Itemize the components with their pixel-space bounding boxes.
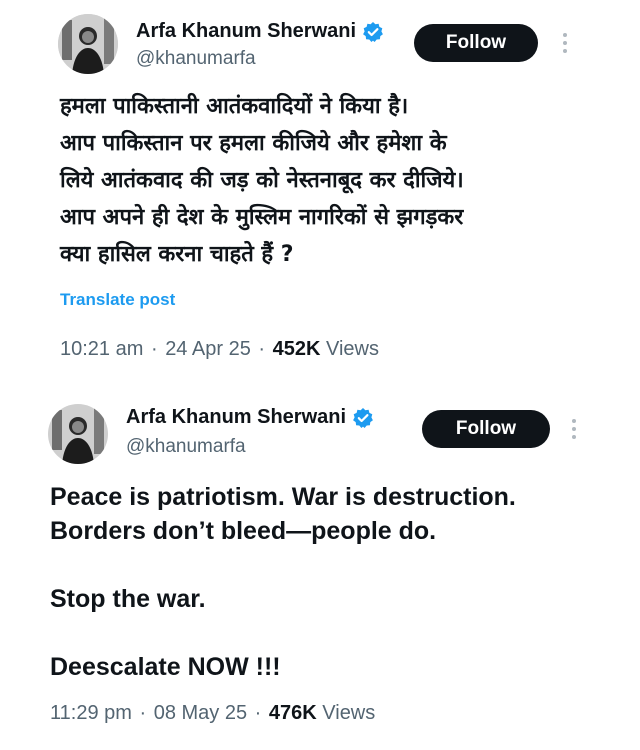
tweet-text-line: Stop the war.: [50, 585, 206, 613]
tweet-text-line: Deescalate NOW !!!: [50, 653, 281, 681]
tweet-text-line: आप अपने ही देश के मुस्लिम नागरिकों से झग…: [60, 205, 464, 230]
tweet-meta: 10:21 am · 24 Apr 25 · 452K Views: [60, 338, 379, 361]
tweet-text: Peace is patriotism. War is destruction.…: [50, 480, 620, 684]
tweet-date[interactable]: 08 May 25: [154, 702, 247, 724]
author-name-row: Arfa Khanum Sherwani: [126, 406, 374, 429]
display-name[interactable]: Arfa Khanum Sherwani: [136, 20, 356, 43]
tweet-text-line: लिये आतंकवाद की जड़ को नेस्तनाबूद कर दीज…: [60, 168, 464, 193]
tweet-date[interactable]: 24 Apr 25: [165, 338, 251, 360]
avatar[interactable]: [48, 404, 108, 464]
tweet-time[interactable]: 10:21 am: [60, 338, 143, 360]
separator: ·: [254, 702, 262, 724]
tweet-text-line: Peace is patriotism. War is destruction.: [50, 483, 516, 511]
verified-badge-icon[interactable]: [362, 21, 384, 43]
tweet-card: Arfa Khanum Sherwani @khanumarfa Follow …: [0, 380, 640, 750]
separator: ·: [258, 338, 266, 360]
user-handle[interactable]: @khanumarfa: [136, 48, 256, 70]
views-count: 452K: [272, 338, 321, 360]
verified-badge-icon[interactable]: [352, 407, 374, 429]
tweet-text-line: आप पाकिस्तान पर हमला कीजिये और हमेशा के: [60, 131, 447, 156]
views-count: 476K: [268, 702, 317, 724]
views-label: Views: [325, 338, 379, 360]
tweet-text-line: Borders don’t bleed—people do.: [50, 517, 437, 545]
display-name[interactable]: Arfa Khanum Sherwani: [126, 406, 346, 429]
tweet-text-line: क्या हासिल करना चाहते हैं ?: [60, 242, 294, 267]
views-label: Views: [322, 702, 376, 724]
user-handle[interactable]: @khanumarfa: [126, 436, 246, 458]
tweet-time[interactable]: 11:29 pm: [50, 702, 132, 724]
tweet-meta: 11:29 pm · 08 May 25 · 476K Views: [50, 702, 375, 725]
follow-button[interactable]: Follow: [414, 24, 538, 62]
translate-post-link[interactable]: Translate post: [60, 290, 175, 310]
follow-button[interactable]: Follow: [422, 410, 550, 448]
separator: ·: [150, 338, 158, 360]
tweet-text-line: हमला पाकिस्तानी आतंकवादियों ने किया है।: [60, 94, 409, 119]
more-vertical-icon[interactable]: [562, 32, 568, 54]
tweet-text: हमला पाकिस्तानी आतंकवादियों ने किया है। …: [60, 88, 620, 273]
avatar[interactable]: [58, 14, 118, 74]
separator: ·: [139, 702, 147, 724]
tweet-card: Arfa Khanum Sherwani @khanumarfa Follow …: [0, 0, 640, 380]
author-name-row: Arfa Khanum Sherwani: [136, 20, 384, 43]
more-vertical-icon[interactable]: [571, 418, 577, 440]
